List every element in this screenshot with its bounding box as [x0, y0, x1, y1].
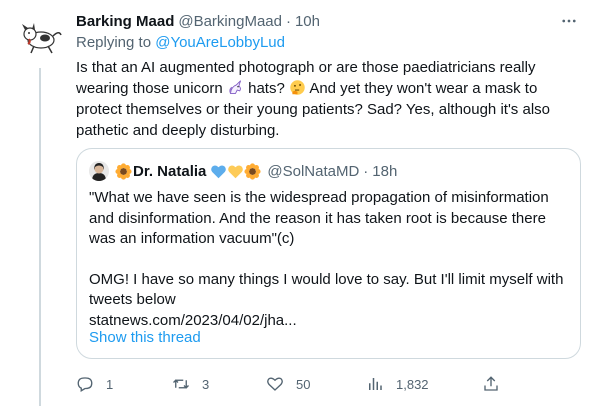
action-bar: 1 3 50 1,832 — [76, 372, 498, 396]
tweet-header: Barking Maad @BarkingMaad · 10h — [76, 10, 588, 32]
quote-header: Dr. Natalia @SolNataMD · 18h — [89, 161, 397, 181]
quote-author-name[interactable]: Dr. Natalia — [133, 163, 206, 180]
reply-button[interactable]: 1 — [76, 372, 113, 396]
quoted-tweet[interactable]: Dr. Natalia @SolNataMD · 18h "What we ha… — [76, 148, 581, 359]
more-icon[interactable] — [558, 10, 580, 32]
retweet-count: 3 — [202, 376, 210, 392]
yellow-heart-emoji — [228, 165, 244, 178]
tweet-text: Is that an AI augmented photograph or ar… — [76, 57, 576, 141]
quote-author-handle[interactable]: @SolNataMD — [267, 163, 359, 180]
like-button[interactable]: 50 — [266, 372, 310, 396]
reply-count: 1 — [106, 376, 114, 392]
unicorn-emoji — [229, 80, 241, 94]
thinking-emoji — [290, 80, 305, 95]
replying-handle-link[interactable]: @YouAreLobbyLud — [155, 34, 285, 51]
quote-time[interactable]: 18h — [372, 163, 397, 180]
sunflower-emoji — [115, 162, 132, 180]
show-thread-link[interactable]: Show this thread — [89, 329, 201, 346]
quote-author-avatar[interactable] — [89, 161, 109, 181]
blue-heart-emoji — [211, 165, 227, 178]
quote-spacer — [89, 250, 574, 270]
retweet-icon — [173, 379, 189, 389]
sunflower-emoji — [244, 162, 261, 180]
tweet-text-part2: hats? — [248, 80, 285, 97]
share-button[interactable] — [482, 372, 500, 396]
views-count: 1,832 — [396, 376, 429, 392]
retweet-button[interactable]: 3 — [172, 372, 209, 396]
replying-prefix: Replying to — [76, 34, 152, 51]
quote-link-text[interactable]: statnews.com/2023/04/02/jha... — [89, 311, 574, 332]
like-count: 50 — [296, 376, 311, 392]
reply-icon — [77, 377, 93, 392]
replying-to: Replying to @YouAreLobbyLud — [76, 33, 588, 53]
author-avatar[interactable] — [16, 12, 64, 60]
author-name[interactable]: Barking Maad — [76, 13, 174, 30]
quote-text: "What we have seen is the widespread pro… — [89, 188, 574, 331]
views-icon — [369, 378, 382, 390]
share-icon — [484, 376, 498, 391]
separator-dot: · — [363, 162, 369, 180]
thread-line — [39, 68, 41, 406]
views-button[interactable]: 1,832 — [366, 372, 429, 396]
quote-paragraph-2: OMG! I have so many things I would love … — [89, 270, 564, 309]
author-handle[interactable]: @BarkingMaad — [178, 13, 282, 30]
like-icon — [267, 377, 283, 391]
tweet-time[interactable]: 10h — [295, 13, 320, 30]
separator-dot: · — [285, 12, 291, 30]
quote-paragraph-1: "What we have seen is the widespread pro… — [89, 189, 549, 247]
